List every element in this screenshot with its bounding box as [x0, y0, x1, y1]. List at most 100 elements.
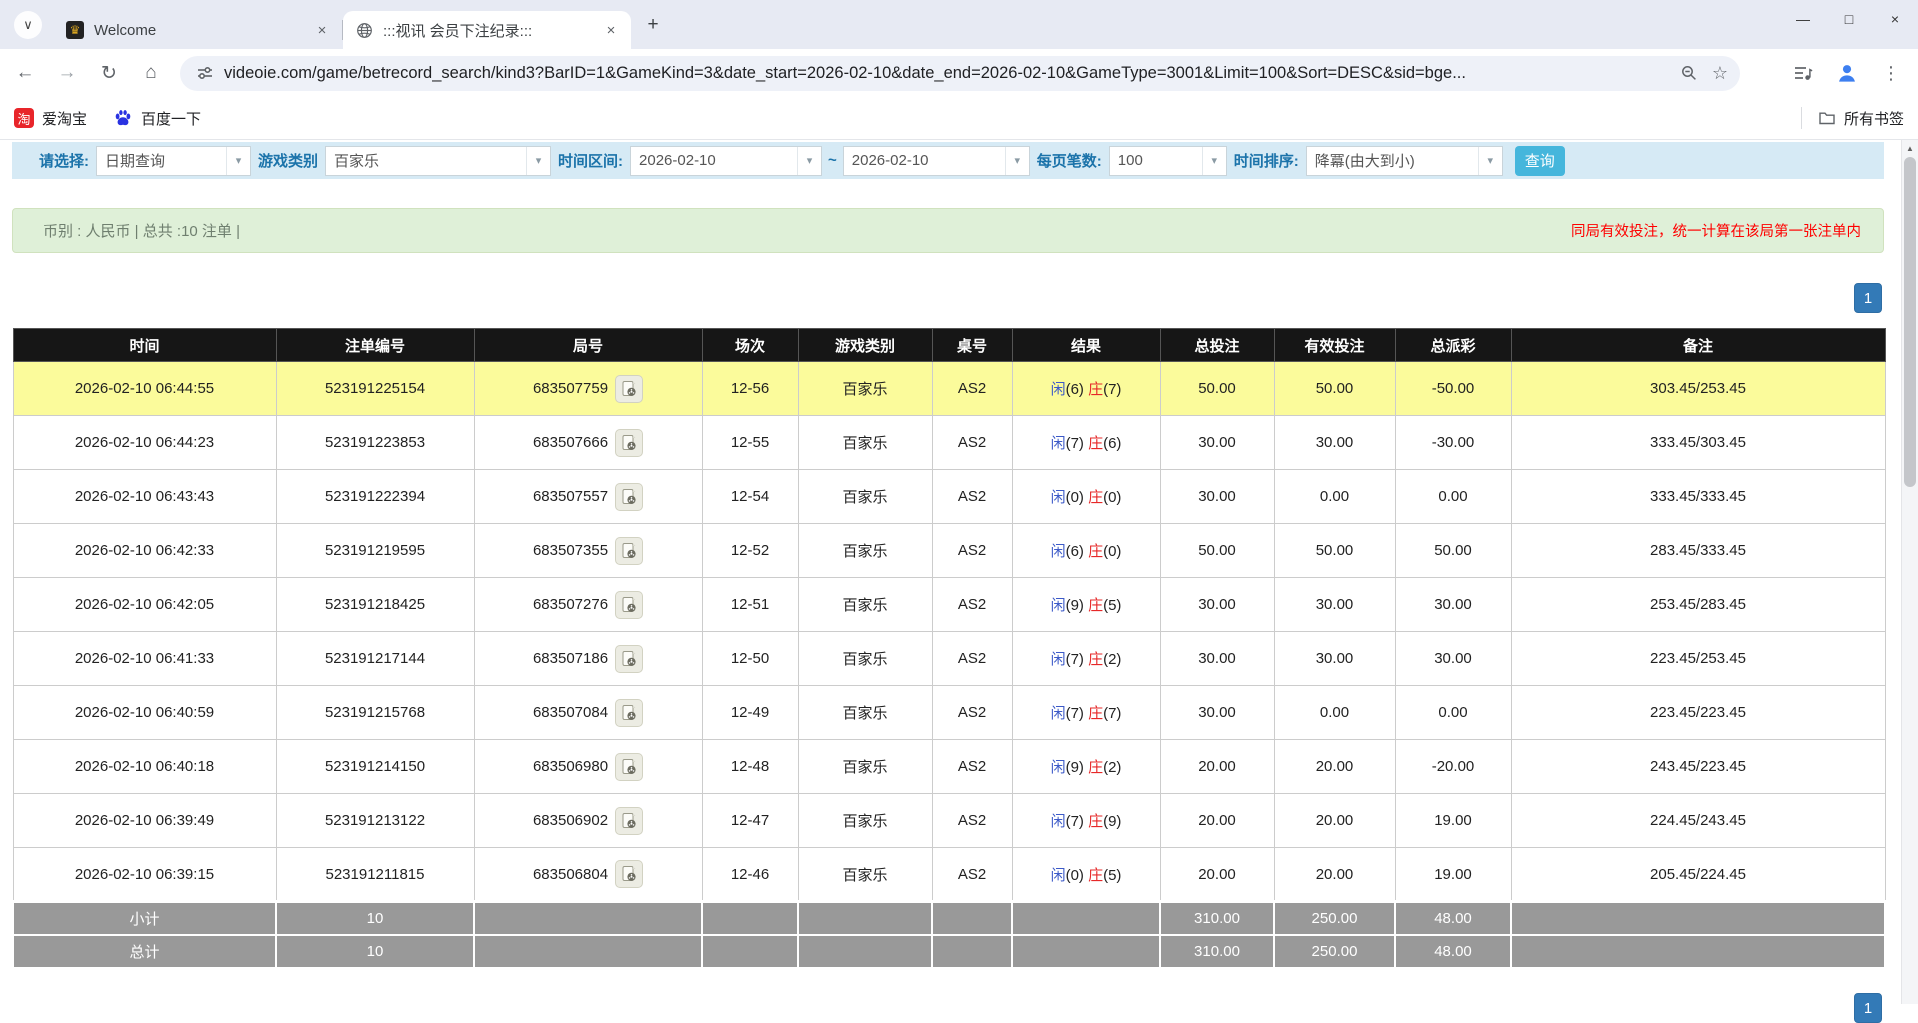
column-header-9: 总派彩: [1395, 329, 1511, 362]
footer-valid-bet-cell: 250.00: [1274, 935, 1395, 968]
result-player: 闲: [1051, 867, 1066, 884]
result-score: (5): [1103, 867, 1121, 884]
result-cell: 闲(7) 庄(6): [1012, 416, 1160, 470]
date-start-select[interactable]: 2026-02-10 ▾: [630, 146, 822, 176]
window-controls: — □ ×: [1780, 0, 1918, 38]
query-type-select[interactable]: 日期查询 ▾: [96, 146, 251, 176]
footer-empty-cell: [1012, 935, 1160, 968]
table-row: 2026-02-10 06:41:33523191217144683507186…: [13, 632, 1885, 686]
bookmark-label: 百度一下: [141, 108, 201, 129]
time-cell: 2026-02-10 06:44:55: [13, 362, 276, 416]
total-bet-cell: 20.00: [1160, 794, 1274, 848]
scroll-up-arrow-icon[interactable]: ▲: [1902, 144, 1918, 153]
back-button[interactable]: ←: [8, 56, 42, 90]
video-replay-button[interactable]: [615, 753, 643, 781]
site-settings-icon[interactable]: [196, 64, 214, 82]
minimize-button[interactable]: —: [1780, 0, 1826, 38]
table-row: 2026-02-10 06:43:43523191222394683507557…: [13, 470, 1885, 524]
column-header-1: 注单编号: [276, 329, 474, 362]
round-number: 683507759: [533, 380, 608, 397]
result-player: 闲: [1051, 705, 1066, 722]
time-cell: 2026-02-10 06:42:33: [13, 524, 276, 578]
tab-close-icon[interactable]: ×: [601, 20, 621, 40]
tab-bet-record[interactable]: :::视讯 会员下注纪录::: ×: [343, 11, 631, 49]
bet-id-cell: 523191219595: [276, 524, 474, 578]
page-button-1-bottom[interactable]: 1: [1854, 993, 1882, 1023]
bookmark-label: 爱淘宝: [42, 108, 87, 129]
tab-search-button[interactable]: ∨: [14, 11, 42, 39]
column-header-6: 结果: [1012, 329, 1160, 362]
page-button-1-top[interactable]: 1: [1854, 283, 1882, 313]
per-page-select[interactable]: 100 ▾: [1109, 146, 1227, 176]
sort-select[interactable]: 降冪(由大到小) ▾: [1306, 146, 1503, 176]
table-row: 2026-02-10 06:39:15523191211815683506804…: [13, 848, 1885, 902]
game-type-cell: 百家乐: [798, 686, 932, 740]
profile-avatar-icon[interactable]: [1830, 56, 1864, 90]
tab-title: Welcome: [94, 22, 312, 39]
valid-bet-notice: 同局有效投注，统一计算在该局第一张注单内: [1571, 220, 1861, 241]
result-score: (0): [1066, 489, 1089, 506]
table-row: 2026-02-10 06:42:05523191218425683507276…: [13, 578, 1885, 632]
bookmark-baidu[interactable]: 百度一下: [113, 108, 201, 129]
summary-bar: 币别 : 人民币 | 总共 :10 注单 | 同局有效投注，统一计算在该局第一张…: [12, 208, 1884, 253]
all-bookmarks[interactable]: 所有书签: [1801, 107, 1904, 129]
result-player: 闲: [1051, 435, 1066, 452]
footer-empty-cell: [702, 902, 798, 935]
result-score: (2): [1103, 651, 1121, 668]
home-button[interactable]: ⌂: [134, 56, 168, 90]
result-cell: 闲(9) 庄(2): [1012, 740, 1160, 794]
date-end-select[interactable]: 2026-02-10 ▾: [843, 146, 1030, 176]
game-type-cell: 百家乐: [798, 632, 932, 686]
total-bet-cell: 30.00: [1160, 686, 1274, 740]
scrollbar-thumb[interactable]: [1904, 157, 1916, 487]
table-header-row: 时间注单编号局号场次游戏类别桌号结果总投注有效投注总派彩备注: [13, 329, 1885, 362]
session-cell: 12-51: [702, 578, 798, 632]
video-replay-button[interactable]: [615, 591, 643, 619]
video-replay-button[interactable]: [615, 375, 643, 403]
game-type-select[interactable]: 百家乐 ▾: [325, 146, 551, 176]
tab-close-icon[interactable]: ×: [312, 20, 332, 40]
video-replay-button[interactable]: [615, 645, 643, 673]
table-no-cell: AS2: [932, 578, 1012, 632]
zoom-icon[interactable]: [1680, 64, 1698, 82]
tab-welcome[interactable]: ♛ Welcome ×: [54, 11, 342, 49]
round-number: 683506902: [533, 812, 608, 829]
round-number: 683506804: [533, 866, 608, 883]
footer-empty-cell: [702, 935, 798, 968]
video-replay-button[interactable]: [615, 429, 643, 457]
video-replay-button[interactable]: [615, 537, 643, 565]
valid-bet-cell: 20.00: [1274, 794, 1395, 848]
video-replay-button[interactable]: [615, 699, 643, 727]
bookmark-star-icon[interactable]: ☆: [1712, 63, 1728, 84]
result-banker: 庄: [1088, 813, 1103, 830]
session-cell: 12-52: [702, 524, 798, 578]
result-cell: 闲(9) 庄(5): [1012, 578, 1160, 632]
result-score: (6): [1103, 435, 1121, 452]
total-bet-cell: 20.00: [1160, 848, 1274, 902]
folder-icon: [1818, 109, 1836, 127]
address-bar[interactable]: videoie.com/game/betrecord_search/kind3?…: [180, 56, 1740, 91]
url-text[interactable]: videoie.com/game/betrecord_search/kind3?…: [224, 64, 1666, 83]
round-number: 683507557: [533, 488, 608, 505]
search-button[interactable]: 查询: [1515, 146, 1565, 176]
video-replay-button[interactable]: [615, 483, 643, 511]
menu-dots-icon[interactable]: ⋮: [1874, 56, 1908, 90]
video-replay-button[interactable]: [615, 860, 643, 888]
bookmark-aitaobao[interactable]: 淘 爱淘宝: [14, 108, 87, 129]
vertical-scrollbar[interactable]: ▲: [1901, 140, 1918, 1004]
valid-bet-cell: 30.00: [1274, 578, 1395, 632]
footer-empty-cell: [474, 935, 702, 968]
video-replay-button[interactable]: [615, 807, 643, 835]
forward-button[interactable]: →: [50, 56, 84, 90]
close-button[interactable]: ×: [1872, 0, 1918, 38]
result-banker: 庄: [1088, 759, 1103, 776]
maximize-button[interactable]: □: [1826, 0, 1872, 38]
sort-label: 时间排序:: [1234, 150, 1299, 171]
new-tab-button[interactable]: +: [639, 11, 667, 39]
result-score: (0): [1103, 543, 1121, 560]
result-player: 闲: [1051, 381, 1066, 398]
table-no-cell: AS2: [932, 524, 1012, 578]
media-controls-icon[interactable]: [1786, 56, 1820, 90]
reload-button[interactable]: ↻: [92, 56, 126, 90]
table-no-cell: AS2: [932, 794, 1012, 848]
